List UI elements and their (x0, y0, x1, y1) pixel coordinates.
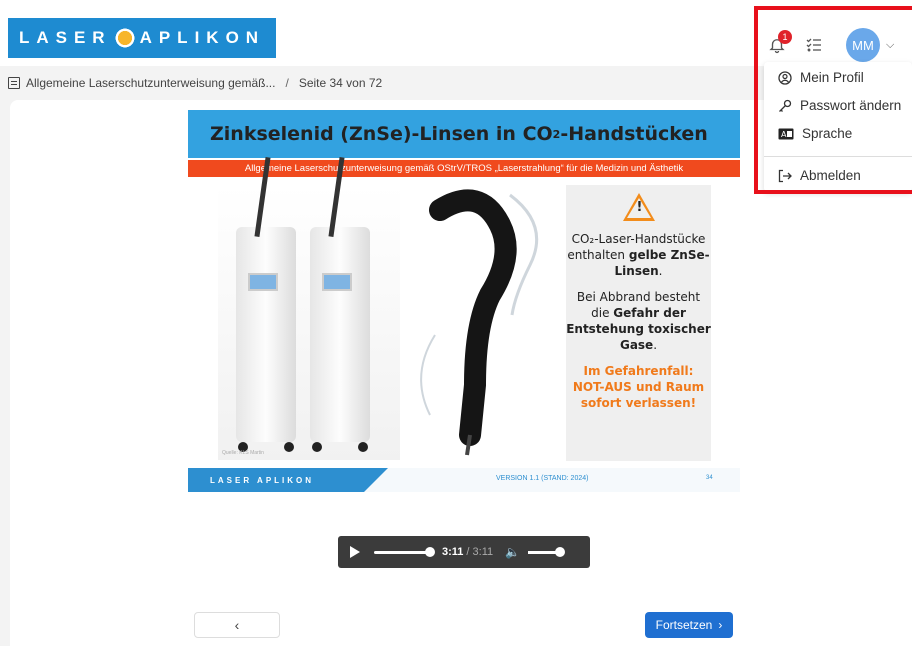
warning-icon: ! (622, 193, 655, 221)
menu-divider (764, 156, 912, 157)
menu-item-change-password[interactable]: Passwort ändern (778, 98, 901, 113)
chevron-right-icon: › (718, 618, 723, 632)
device-screen (248, 273, 278, 291)
audio-current-time: 3:11 (442, 546, 464, 558)
previous-button[interactable]: ‹ (194, 612, 280, 638)
progress-knob[interactable] (425, 546, 435, 557)
volume-slider[interactable] (528, 546, 566, 557)
logo-sun-icon (113, 27, 136, 49)
slide-title-text: Zinkselenid (ZnSe)-Linsen in CO (210, 123, 553, 145)
notifications-button[interactable]: 1 (768, 30, 792, 54)
slide-subtitle: Allgemeine Laserschutzunterweisung gemäß… (188, 160, 740, 177)
menu-item-label: Abmelden (800, 168, 861, 183)
logo-text-right: APLIKON (139, 28, 266, 47)
laser-device (236, 157, 296, 452)
warning-info-box: ! CO₂-Laser-Handstücke enthalten gelbe Z… (566, 185, 711, 461)
laser-devices-image: Quelle: KLS Martin (218, 157, 400, 460)
continue-button[interactable]: Fortsetzen › (645, 612, 733, 638)
laser-device (310, 157, 370, 452)
menu-item-logout[interactable]: Abmelden (778, 168, 861, 183)
menu-item-label: Passwort ändern (800, 98, 902, 113)
menu-item-label: Mein Profil (800, 70, 864, 85)
key-icon (779, 99, 792, 112)
logout-icon (778, 169, 792, 182)
info-text-end: . (658, 264, 663, 278)
audio-total-time: / 3:11 (466, 546, 494, 558)
handpiece-image (420, 185, 560, 460)
volume-icon[interactable]: 🔈 (505, 545, 520, 559)
logo-text-left: LASER (18, 28, 112, 47)
device-wheel (284, 442, 294, 452)
device-wheel (312, 442, 322, 452)
slide-title: Zinkselenid (ZnSe)-Linsen in CO 2 -Handstü… (188, 110, 740, 158)
footer-logo: LASER APLIKON (188, 468, 388, 492)
breadcrumb-page: Seite 34 von 72 (298, 76, 383, 90)
slide-title-subscript: 2 (552, 127, 561, 141)
continue-label: Fortsetzen (655, 618, 713, 632)
user-circle-icon (778, 70, 792, 85)
top-bar: LASER APLIKON 1 MM ⌵ (0, 0, 912, 66)
breadcrumb-separator: / (285, 76, 289, 90)
breadcrumb-course[interactable]: Allgemeine Laserschutzunterweisung gemäß… (26, 76, 275, 90)
handpiece-drawing (420, 189, 539, 456)
info-paragraph-1: CO₂-Laser-Handstücke enthalten gelbe ZnS… (566, 231, 711, 279)
slide: Zinkselenid (ZnSe)-Linsen in CO 2 -Handstü… (188, 110, 740, 492)
info-bold: Gefahr der Entstehung toxischer Gase (566, 306, 711, 352)
header-actions: 1 MM ⌵ (768, 28, 894, 62)
task-list-icon[interactable] (806, 37, 822, 53)
play-icon[interactable] (350, 546, 360, 558)
footer-version: VERSION 1.1 (STAND: 2024) (496, 475, 589, 482)
menu-item-profile[interactable]: Mein Profil (778, 70, 864, 85)
info-text-end: . (653, 338, 658, 352)
user-avatar[interactable]: MM (846, 28, 880, 62)
device-screen (322, 273, 352, 291)
device-wheel (358, 442, 368, 452)
notification-badge: 1 (778, 30, 792, 44)
chevron-down-icon[interactable]: ⌵ (886, 39, 894, 52)
menu-item-label: Sprache (802, 126, 853, 141)
emergency-instruction: Im Gefahrenfall: NOT-AUS und Raum sofort… (572, 364, 705, 410)
user-dropdown-menu: Mein Profil Passwort ändern A Sprache Ab… (764, 62, 912, 192)
image-credit: Quelle: KLS Martin (222, 450, 264, 456)
book-icon (8, 77, 20, 89)
slide-title-text-end: -Handstücken (560, 123, 708, 145)
breadcrumb: Allgemeine Laserschutzunterweisung gemäß… (8, 76, 382, 90)
volume-knob[interactable] (555, 546, 566, 557)
language-icon: A (778, 128, 794, 139)
info-paragraph-2: Bei Abbrand besteht die Gefahr der Entst… (566, 289, 711, 353)
audio-player: 3:11 / 3:11 🔈 (338, 536, 590, 568)
audio-progress-slider[interactable] (374, 546, 435, 557)
footer-page-number: 34 (706, 475, 713, 481)
svg-text:A: A (781, 130, 787, 139)
menu-item-language[interactable]: A Sprache (778, 126, 852, 141)
slide-footer: LASER APLIKON VERSION 1.1 (STAND: 2024) … (188, 468, 740, 492)
laser-aplikon-logo[interactable]: LASER APLIKON (8, 18, 276, 58)
